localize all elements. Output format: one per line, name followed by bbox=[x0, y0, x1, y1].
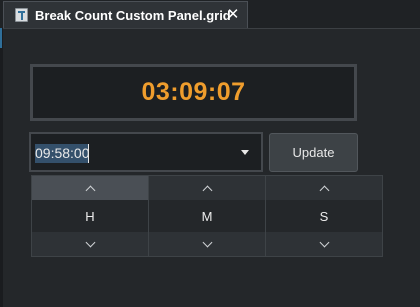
time-combobox[interactable] bbox=[29, 132, 263, 172]
minutes-spinner: M bbox=[149, 176, 266, 256]
chevron-down-icon bbox=[85, 237, 95, 248]
text-caret bbox=[88, 144, 89, 163]
seconds-label: S bbox=[266, 200, 382, 232]
chevron-up-icon bbox=[319, 185, 329, 195]
update-button[interactable]: Update bbox=[269, 133, 358, 172]
chevron-down-icon[interactable] bbox=[241, 150, 249, 155]
chevron-up-icon bbox=[85, 185, 95, 195]
tab-break-count-custom-panel[interactable]: Break Count Custom Panel.grid ✕ bbox=[3, 1, 248, 28]
close-icon[interactable]: ✕ bbox=[225, 6, 241, 24]
hours-decrement-button[interactable] bbox=[32, 232, 148, 256]
seconds-increment-button[interactable] bbox=[266, 176, 382, 200]
hours-label: H bbox=[32, 200, 148, 232]
chevron-down-icon bbox=[202, 237, 212, 248]
seconds-spinner: S bbox=[266, 176, 382, 256]
minutes-increment-button[interactable] bbox=[149, 176, 265, 200]
time-spinners: H M S bbox=[31, 175, 383, 257]
chevron-up-icon bbox=[202, 185, 212, 195]
grid-file-icon bbox=[15, 8, 28, 22]
tab-title: Break Count Custom Panel.grid bbox=[35, 7, 231, 23]
hours-spinner: H bbox=[32, 176, 149, 256]
minutes-decrement-button[interactable] bbox=[149, 232, 265, 256]
time-input[interactable] bbox=[35, 142, 235, 164]
hours-increment-button[interactable] bbox=[32, 176, 148, 200]
countdown-display: 03:09:07 bbox=[30, 64, 357, 121]
chevron-down-icon bbox=[319, 237, 329, 248]
tab-strip: Break Count Custom Panel.grid ✕ bbox=[0, 0, 420, 28]
seconds-decrement-button[interactable] bbox=[266, 232, 382, 256]
minutes-label: M bbox=[149, 200, 265, 232]
countdown-time: 03:09:07 bbox=[141, 78, 246, 106]
